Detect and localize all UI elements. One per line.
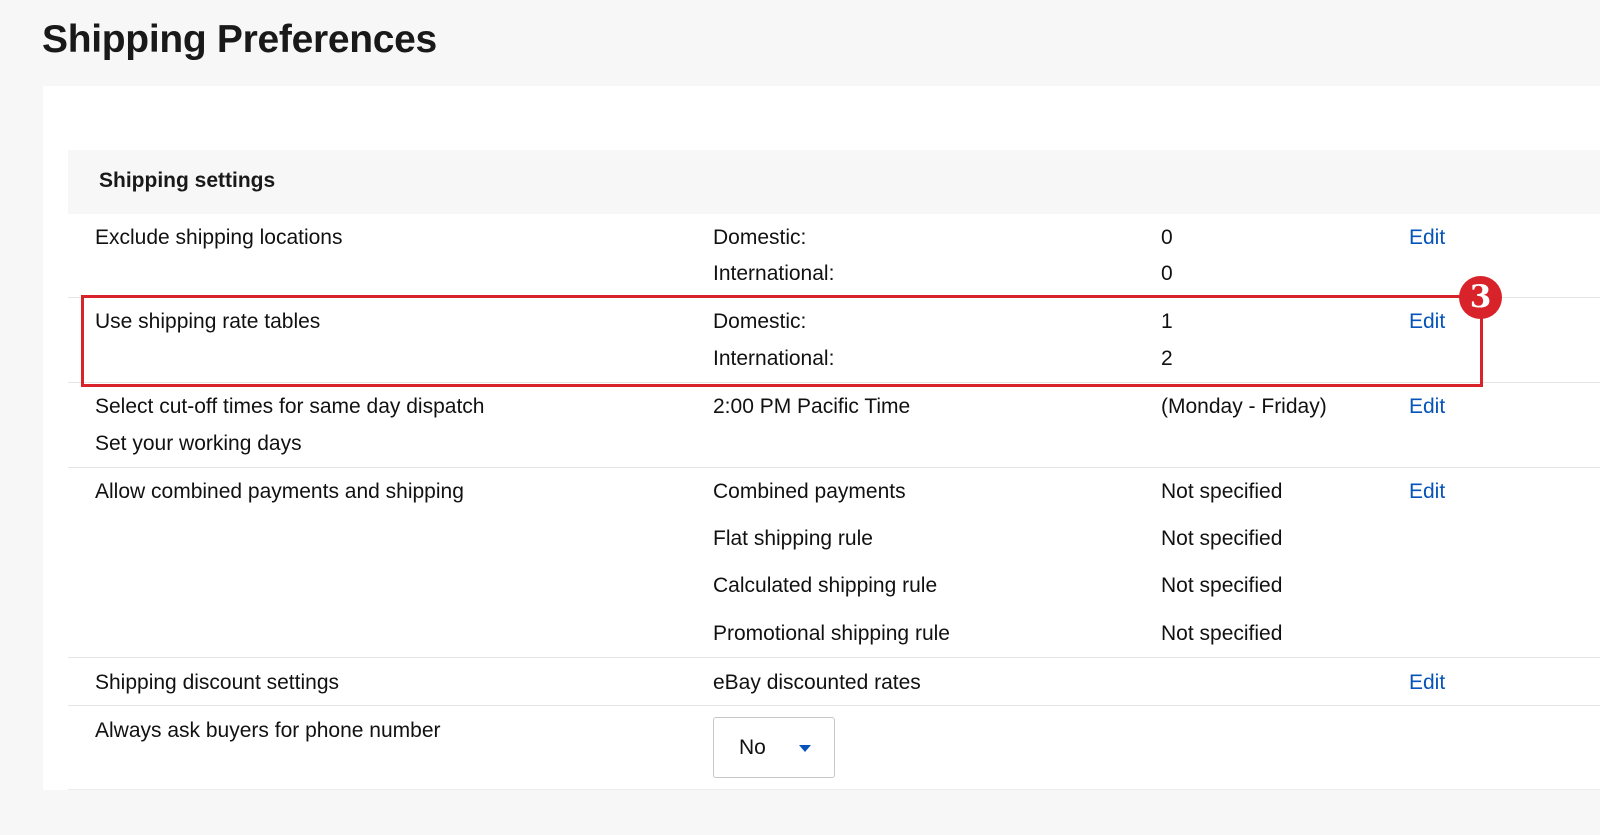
exclude-domestic-label: Domestic: — [713, 226, 807, 249]
exclude-locations-edit-link[interactable]: Edit — [1409, 225, 1445, 251]
phone-number-select-value: No — [739, 736, 766, 759]
section-title: Shipping settings — [99, 169, 276, 192]
combined-item-value: Not specified — [1161, 480, 1283, 503]
row-divider — [68, 467, 1600, 468]
combined-item-value: Not specified — [1161, 574, 1283, 597]
exclude-domestic-value: 0 — [1161, 226, 1173, 249]
page: Shipping Preferences Shipping settings E… — [0, 0, 1600, 835]
cutoff-times-label: Select cut-off times for same day dispat… — [95, 395, 485, 418]
card-bottom-divider — [68, 789, 1600, 790]
exclude-international-value: 0 — [1161, 262, 1173, 285]
combined-payments-edit-link[interactable]: Edit — [1409, 479, 1445, 505]
page-title: Shipping Preferences — [42, 18, 437, 61]
cutoff-times-edit-link[interactable]: Edit — [1409, 394, 1445, 420]
row-divider — [68, 657, 1600, 658]
combined-item-name: Flat shipping rule — [713, 527, 873, 550]
highlight-box — [81, 295, 1483, 387]
discount-settings-value: eBay discounted rates — [713, 671, 921, 694]
step-badge: 3 — [1459, 276, 1502, 319]
cutoff-time-value: 2:00 PM Pacific Time — [713, 395, 911, 418]
working-days-label: Set your working days — [95, 432, 302, 455]
combined-payments-label: Allow combined payments and shipping — [95, 480, 464, 503]
section-header — [68, 150, 1600, 214]
exclude-locations-label: Exclude shipping locations — [95, 226, 343, 249]
discount-settings-edit-link[interactable]: Edit — [1409, 670, 1445, 696]
combined-item-name: Combined payments — [713, 480, 906, 503]
discount-settings-label: Shipping discount settings — [95, 671, 339, 694]
combined-item-value: Not specified — [1161, 527, 1283, 550]
exclude-international-label: International: — [713, 262, 835, 285]
phone-number-select[interactable]: No — [713, 717, 835, 778]
working-days-value: (Monday - Friday) — [1161, 395, 1327, 418]
combined-item-name: Promotional shipping rule — [713, 622, 950, 645]
row-divider — [68, 705, 1600, 706]
combined-item-name: Calculated shipping rule — [713, 574, 938, 597]
caret-down-icon — [799, 745, 811, 752]
phone-number-label: Always ask buyers for phone number — [95, 719, 441, 742]
combined-item-value: Not specified — [1161, 622, 1283, 645]
